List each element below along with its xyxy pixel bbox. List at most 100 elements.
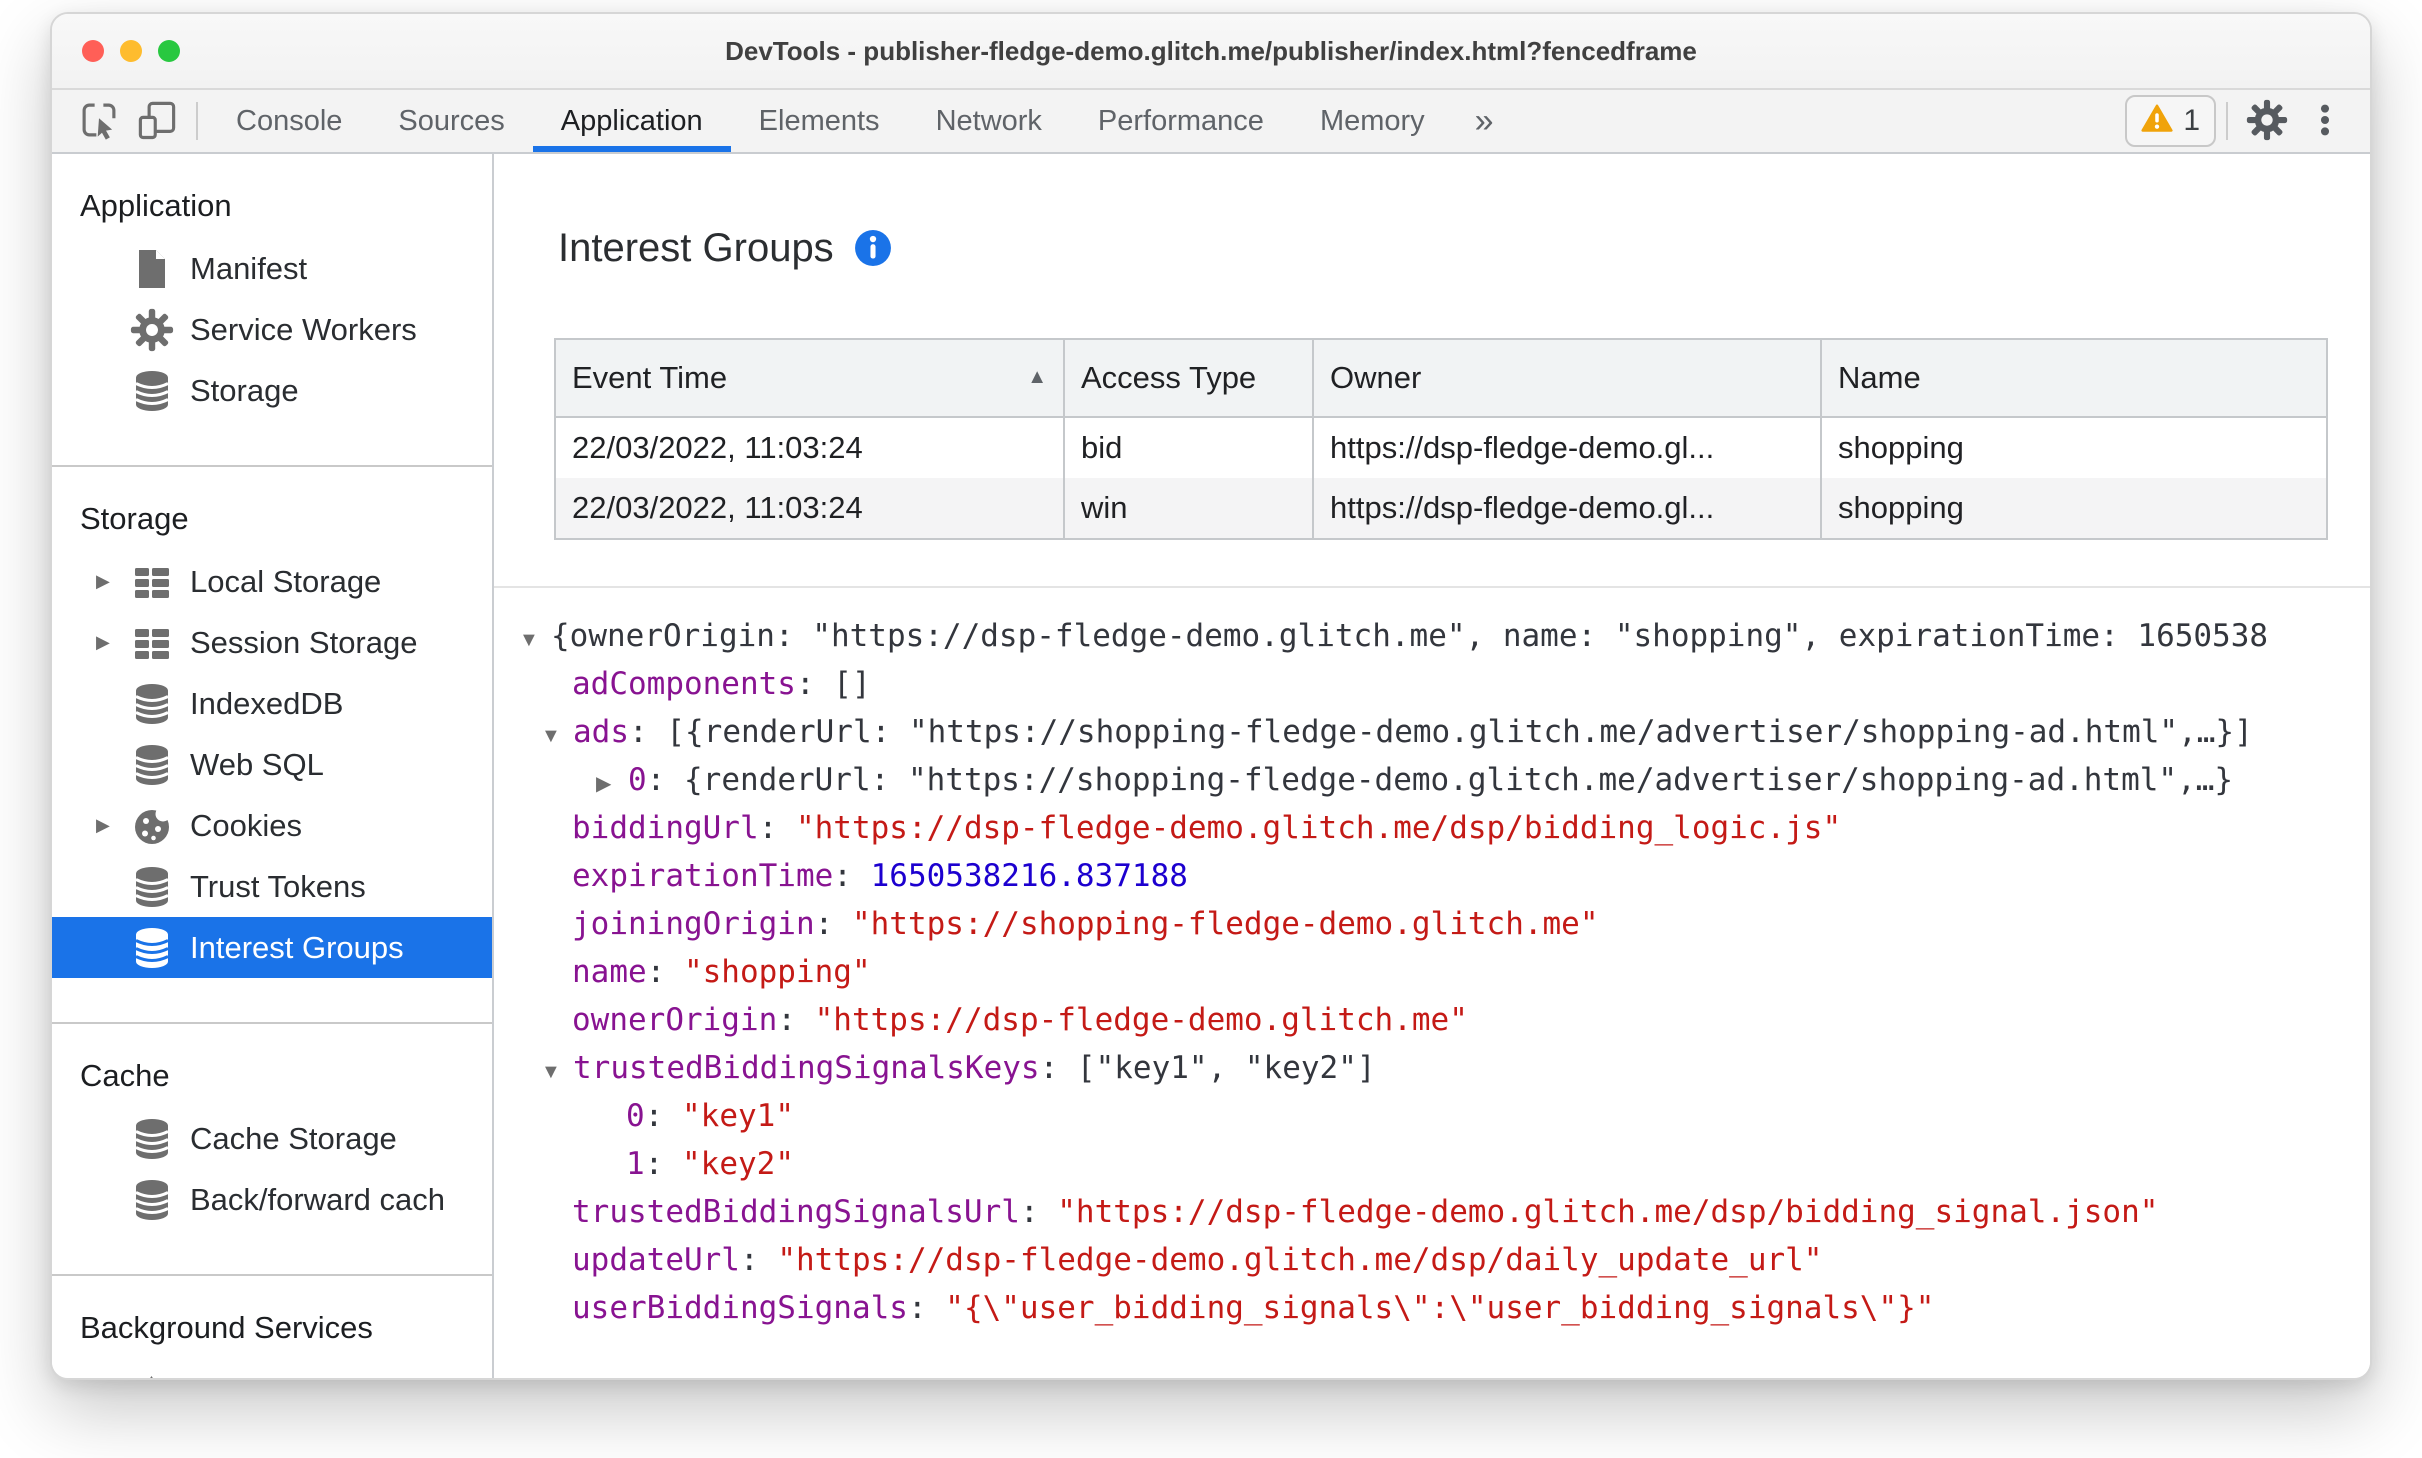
background-fetch-icon [130,1369,174,1378]
chevron-right-icon[interactable]: ▶ [96,632,130,653]
minimize-button[interactable] [120,40,142,62]
database-icon [130,369,174,413]
chevron-down-icon[interactable]: ▼ [541,1048,573,1092]
interest-groups-panel: Interest Groups Event Time ▲ Access Type Ow… [494,154,2370,1378]
token-key: biddingUrl [572,810,759,846]
sidebar-heading-cache: Cache [80,1058,170,1093]
token-plain: : {renderUrl: "https://shopping-fledge-d… [646,762,2234,798]
token-plain: : [739,1242,778,1278]
column-header-name[interactable]: Name [1820,338,2328,418]
chevron-right-icon[interactable]: ▶ [96,815,130,836]
more-options-button[interactable] [2296,90,2354,152]
inspect-element-button[interactable] [70,90,128,152]
token-plain: : [833,858,871,894]
token-string: "https://dsp-fledge-demo.glitch.me" [814,1002,1468,1038]
device-toolbar-button[interactable] [128,90,186,152]
gear-icon [130,308,174,352]
inspect-icon [78,99,120,144]
sidebar-item-local-storage[interactable]: ▶ Local Storage [52,551,492,612]
sidebar-item-background-fetch[interactable]: Background Fetch [52,1360,492,1378]
tree-line[interactable]: ▼ ads: [{renderUrl: "https://shopping-fle… [519,708,2370,756]
sidebar-item-label: Storage [190,372,299,408]
cell-owner: https://dsp-fledge-demo.gl... [1312,478,1822,540]
token-string: "https://dsp-fledge-demo.glitch.me/dsp/b… [1057,1194,2159,1230]
table-row[interactable]: 22/03/2022, 11:03:24 win https://dsp-fledg… [554,478,2328,540]
tree-line: updateUrl: "https://dsp-fledge-demo.glit… [519,1236,2370,1284]
tab-performance[interactable]: Performance [1070,90,1292,152]
token-key: joiningOrigin [572,906,815,942]
token-string: "key1" [682,1098,794,1134]
sidebar-item-label: IndexedDB [190,685,344,721]
chevron-right-icon[interactable]: ▶ [596,760,628,804]
chevron-down-icon[interactable]: ▼ [541,712,573,756]
document-icon [130,247,174,291]
close-button[interactable] [82,40,104,62]
sidebar-item-label: Manifest [190,250,308,286]
tab-elements[interactable]: Elements [731,90,908,152]
token-key: 0 [626,1098,645,1134]
cell-owner: https://dsp-fledge-demo.gl... [1312,417,1822,478]
token-plain: {ownerOrigin: "https://dsp-fledge-demo.g… [551,618,2269,654]
page-title: Interest Groups [558,225,834,270]
sidebar-item-label: Trust Tokens [190,868,366,904]
tab-memory[interactable]: Memory [1292,90,1453,152]
tree-line: joiningOrigin: "https://shopping-fledge-… [519,900,2370,948]
cell-access-type: bid [1063,417,1314,478]
sidebar-item-trust-tokens[interactable]: Trust Tokens [52,856,492,917]
sidebar-item-manifest[interactable]: Manifest [52,238,492,299]
zoom-button[interactable] [158,40,180,62]
table-row[interactable]: 22/03/2022, 11:03:24 bid https://dsp-fledg… [554,417,2328,478]
sidebar-item-cookies[interactable]: ▶ Cookies [52,795,492,856]
tab-console[interactable]: Console [208,90,370,152]
tree-line[interactable]: ▼ trustedBiddingSignalsKeys: ["key1", "ke… [519,1044,2370,1092]
tree-line: adComponents: [] [519,660,2370,708]
sidebar-item-back-forward-cach[interactable]: Back/forward cach [52,1169,492,1230]
tab-network[interactable]: Network [908,90,1070,152]
tab-application[interactable]: Application [532,90,731,152]
application-sidebar: Application Manifest Service Workers Storag… [52,154,494,1378]
token-key: 1 [626,1146,645,1182]
screenshot-canvas: DevTools - publisher-fledge-demo.glitch.… [0,0,2422,1458]
tab-sources[interactable]: Sources [370,90,532,152]
token-key: ownerOrigin [572,1002,778,1038]
chevron-down-icon[interactable]: ▼ [519,616,551,660]
sidebar-item-cache-storage[interactable]: Cache Storage [52,1108,492,1169]
token-string: "https://dsp-fledge-demo.glitch.me/dsp/d… [777,1242,1823,1278]
table-icon [130,560,174,604]
token-key: ads [573,714,629,750]
chevron-right-icon[interactable]: ▶ [96,571,130,592]
token-key: name [572,954,647,990]
more-tabs-button[interactable]: » [1453,90,1516,152]
sidebar-item-label: Session Storage [190,624,418,660]
device-toolbar-icon [136,99,178,144]
sidebar-heading-application: Application [80,188,232,223]
column-header-access-type[interactable]: Access Type [1063,338,1314,418]
sort-ascending-icon: ▲ [1027,366,1047,389]
warning-badge[interactable]: 1 [2125,95,2216,147]
sidebar-item-interest-groups[interactable]: Interest Groups [52,917,492,978]
tree-line: 0: "key1" [519,1092,2370,1140]
column-header-owner[interactable]: Owner [1312,338,1822,418]
sidebar-item-session-storage[interactable]: ▶ Session Storage [52,612,492,673]
sidebar-item-service-workers[interactable]: Service Workers [52,299,492,360]
panel-tabs: Console Sources Application Elements Network… [208,90,1453,152]
settings-button[interactable] [2238,90,2296,152]
tree-line[interactable]: ▶ 0: {renderUrl: "https://shopping-fledge… [519,756,2370,804]
sidebar-item-indexeddb[interactable]: IndexedDB [52,673,492,734]
token-number: 1650538216.837188 [870,858,1188,894]
toolbar: Console Sources Application Elements Network… [52,90,2370,154]
sidebar-item-storage[interactable]: Storage [52,360,492,421]
column-header-event-time[interactable]: Event Time ▲ [554,338,1065,418]
tree-line[interactable]: ▼ {ownerOrigin: "https://dsp-fledge-demo.… [519,612,2370,660]
sidebar-item-web-sql[interactable]: Web SQL [52,734,492,795]
sidebar-section-application: Application Manifest Service Workers Storag… [52,154,492,467]
gear-icon [2246,99,2288,144]
token-plain: : [777,1002,815,1038]
info-icon[interactable] [854,229,892,267]
token-plain: : ["key1", "key2"] [1039,1050,1376,1086]
table-icon [130,621,174,665]
database-icon [130,743,174,787]
cookie-icon [130,804,174,848]
token-key: expirationTime [572,858,834,894]
sidebar-section-background-services: Background Services Background Fetch [52,1276,492,1378]
